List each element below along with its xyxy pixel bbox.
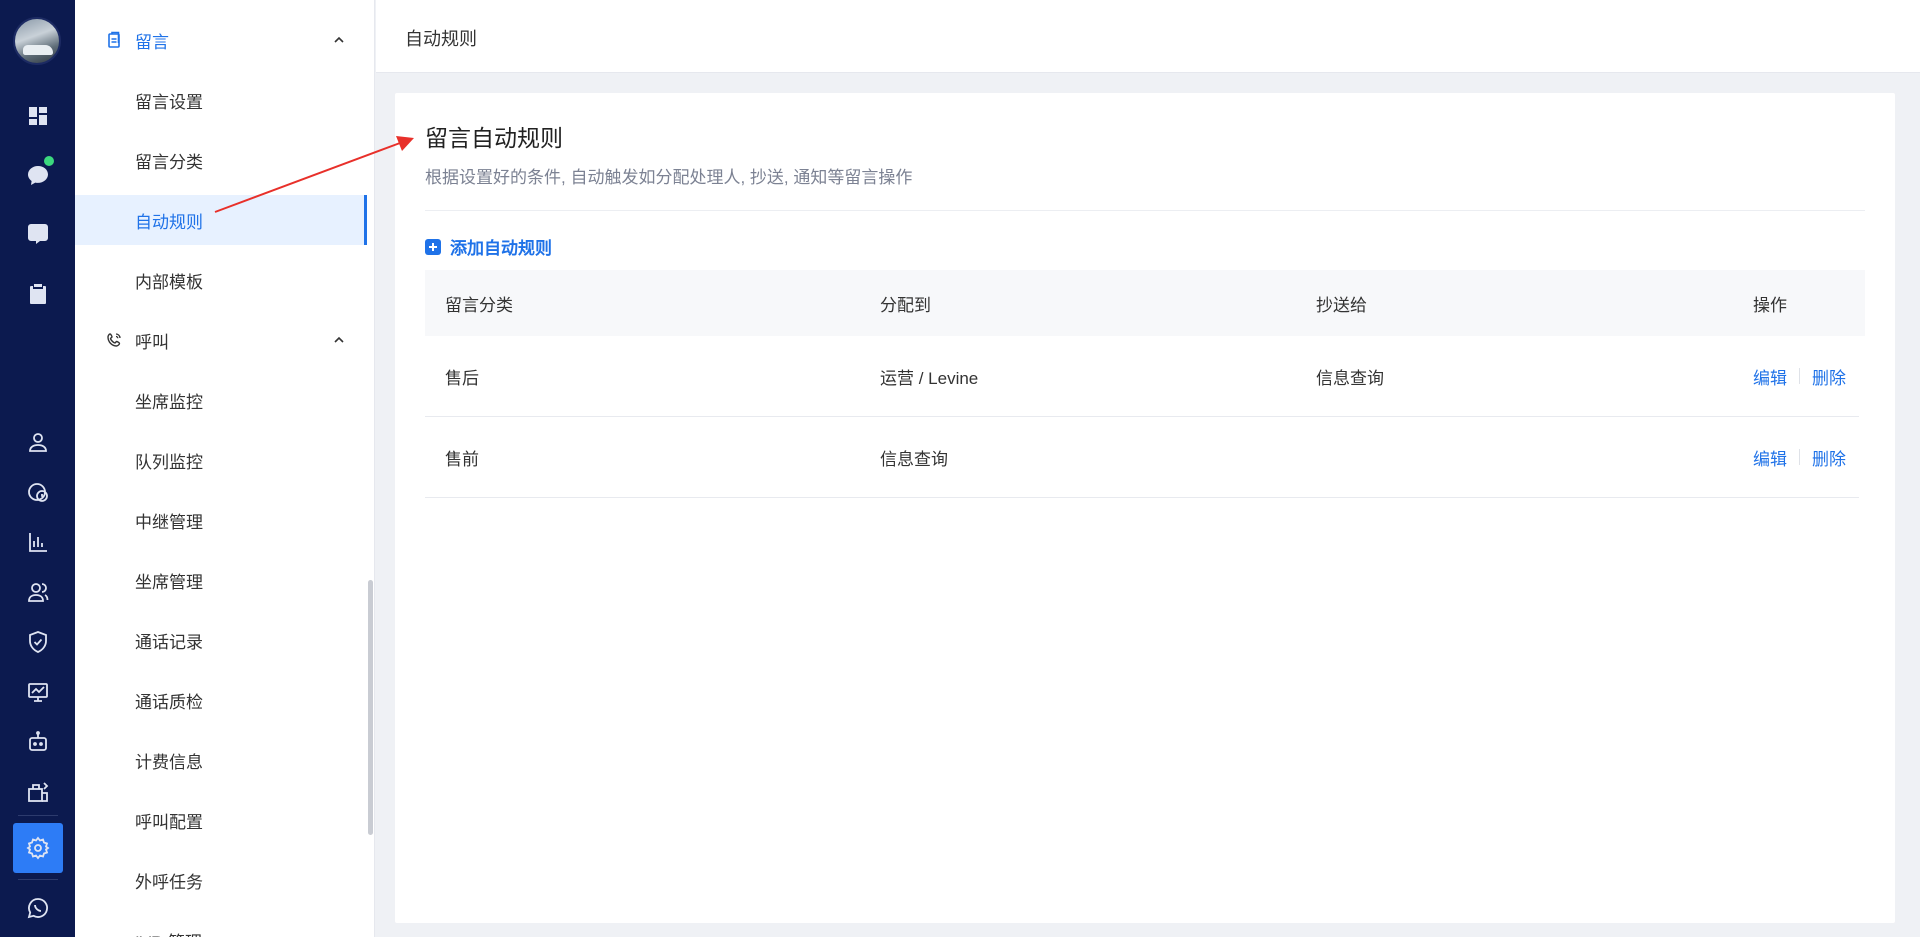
table-row: 售前 信息查询 编辑 删除 bbox=[425, 417, 1859, 498]
shield-icon[interactable] bbox=[22, 626, 54, 658]
sidebar-item-agent-management[interactable]: 坐席管理 bbox=[75, 555, 367, 605]
whatsapp-icon[interactable] bbox=[22, 892, 54, 924]
settings-icon[interactable] bbox=[22, 832, 54, 864]
header: 自动规则 bbox=[376, 0, 1920, 73]
delete-link[interactable]: 删除 bbox=[1812, 445, 1846, 470]
sidebar-item-message-settings[interactable]: 留言设置 bbox=[75, 75, 367, 125]
sidebar-item-call-config[interactable]: 呼叫配置 bbox=[75, 795, 367, 845]
breadcrumb: 自动规则 bbox=[405, 29, 477, 49]
cell-assign: 信息查询 bbox=[880, 449, 948, 469]
robot-icon[interactable] bbox=[22, 726, 54, 758]
page-description: 根据设置好的条件, 自动触发如分配处理人, 抄送, 通知等留言操作 bbox=[425, 168, 913, 187]
phone-call-icon bbox=[107, 333, 121, 347]
delete-link[interactable]: 删除 bbox=[1812, 364, 1846, 389]
history-icon[interactable] bbox=[22, 476, 54, 508]
sidebar-scrollbar[interactable] bbox=[368, 580, 373, 835]
chevron-up-icon bbox=[334, 336, 344, 343]
table-row: 售后 运营 / Levine 信息查询 编辑 删除 bbox=[425, 336, 1859, 417]
sidebar-item-agent-monitor[interactable]: 坐席监控 bbox=[75, 375, 367, 425]
add-auto-rule-label: 添加自动规则 bbox=[450, 239, 552, 258]
cell-category: 售前 bbox=[445, 449, 479, 469]
plus-square-icon bbox=[425, 238, 441, 255]
action-separator bbox=[1799, 449, 1800, 465]
sidebar-item-outbound-tasks[interactable]: 外呼任务 bbox=[75, 855, 367, 905]
action-separator bbox=[1799, 368, 1800, 384]
monitor-chart-icon[interactable] bbox=[22, 676, 54, 708]
divider bbox=[425, 210, 1865, 211]
clipboard-icon[interactable] bbox=[22, 278, 54, 310]
sidebar-item-call-records[interactable]: 通话记录 bbox=[75, 615, 367, 665]
package-icon[interactable] bbox=[22, 776, 54, 808]
users-icon[interactable] bbox=[22, 576, 54, 608]
dashboard-icon[interactable] bbox=[22, 100, 54, 132]
phone-chat-icon[interactable] bbox=[22, 218, 54, 250]
avatar[interactable] bbox=[13, 17, 61, 65]
table-header: 留言分类 分配到 抄送给 操作 bbox=[425, 270, 1865, 336]
sidebar-item-internal-templates[interactable]: 内部模板 bbox=[75, 255, 367, 305]
add-auto-rule-button[interactable]: 添加自动规则 bbox=[425, 234, 552, 259]
online-status-dot bbox=[44, 156, 54, 166]
column-header: 操作 bbox=[1753, 295, 1787, 315]
group-message-label: 留言 bbox=[135, 32, 169, 52]
user-icon[interactable] bbox=[22, 426, 54, 458]
group-message[interactable]: 留言 bbox=[75, 20, 374, 60]
group-call[interactable]: 呼叫 bbox=[75, 320, 374, 360]
auto-rules-card: 留言自动规则 根据设置好的条件, 自动触发如分配处理人, 抄送, 通知等留言操作… bbox=[395, 93, 1895, 923]
column-header: 留言分类 bbox=[445, 295, 513, 315]
edit-link[interactable]: 编辑 bbox=[1753, 445, 1787, 470]
page-title: 留言自动规则 bbox=[425, 125, 563, 151]
sidebar-item-trunk-management[interactable]: 中继管理 bbox=[75, 495, 367, 545]
bar-chart-icon[interactable] bbox=[22, 526, 54, 558]
group-call-label: 呼叫 bbox=[135, 332, 169, 352]
rules-table: 留言分类 分配到 抄送给 操作 售后 运营 / Levine 信息查询 编辑 删… bbox=[425, 270, 1865, 498]
rail-divider bbox=[18, 815, 58, 816]
column-header: 分配到 bbox=[880, 295, 931, 315]
cell-actions: 编辑 删除 bbox=[1732, 364, 1859, 389]
sidebar-item-queue-monitor[interactable]: 队列监控 bbox=[75, 435, 367, 485]
settings-sidebar: 留言 留言设置 留言分类 自动规则 内部模板 呼叫 坐席监控 队列监控 中继管理… bbox=[75, 0, 375, 937]
message-file-icon bbox=[108, 31, 120, 48]
column-header: 抄送给 bbox=[1316, 295, 1367, 315]
sidebar-item-message-category[interactable]: 留言分类 bbox=[75, 135, 367, 185]
cell-cc: 信息查询 bbox=[1316, 368, 1384, 388]
edit-link[interactable]: 编辑 bbox=[1753, 364, 1787, 389]
icon-rail bbox=[0, 0, 75, 937]
sidebar-item-call-quality[interactable]: 通话质检 bbox=[75, 675, 367, 725]
sidebar-item-billing[interactable]: 计费信息 bbox=[75, 735, 367, 785]
sidebar-item-auto-rules[interactable]: 自动规则 bbox=[75, 195, 367, 245]
sidebar-item-ivr-management[interactable]: IVR 管理 bbox=[75, 915, 367, 937]
cell-category: 售后 bbox=[445, 368, 479, 388]
cell-assign: 运营 / Levine bbox=[880, 368, 979, 388]
chevron-up-icon bbox=[334, 36, 344, 43]
rail-divider bbox=[18, 879, 58, 880]
cell-actions: 编辑 删除 bbox=[1732, 445, 1859, 470]
